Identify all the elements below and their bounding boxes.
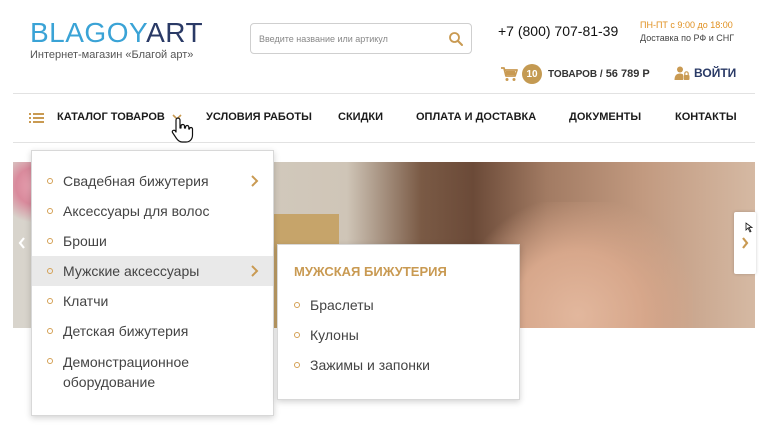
nav-documents[interactable]: ДОКУМЕНТЫ [569, 111, 641, 123]
logo-tagline: Интернет-магазин «Благой арт» [30, 49, 194, 61]
nav-bottom-divider [13, 142, 755, 143]
user-lock-icon [674, 66, 690, 80]
submenu-item-label: Кулоны [310, 327, 359, 343]
logo[interactable]: BLAGOYART Интернет-магазин «Благой арт» [30, 18, 203, 62]
submenu-item-bracelets[interactable]: Браслеты [278, 291, 519, 319]
chevron-right-icon [251, 175, 259, 187]
catalog-item-label: Свадебная бижутерия [63, 173, 209, 189]
submenu-item-cufflinks[interactable]: Зажимы и запонки [278, 351, 519, 379]
bullet-icon [294, 362, 300, 368]
catalog-item-brooches[interactable]: Броши [32, 226, 273, 256]
catalog-item-clutches[interactable]: Клатчи [32, 286, 273, 316]
bullet-icon [47, 268, 53, 274]
submenu-item-pendants[interactable]: Кулоны [278, 321, 519, 349]
catalog-item-mens[interactable]: Мужские аксессуары [32, 256, 273, 286]
catalog-item-label: Клатчи [63, 293, 109, 309]
mens-submenu: МУЖСКАЯ БИЖУТЕРИЯ Браслеты Кулоны Зажимы… [277, 244, 520, 400]
login-button[interactable]: ВОЙТИ [674, 65, 736, 81]
catalog-item-hair[interactable]: Аксессуары для волос [32, 196, 273, 226]
catalog-dropdown: Свадебная бижутерия Аксессуары для волос… [31, 150, 274, 416]
catalog-item-label: Демонстрационное оборудование [63, 354, 190, 390]
submenu-item-label: Зажимы и запонки [310, 357, 430, 373]
cart-count-badge: 10 [522, 64, 542, 84]
chevron-left-icon [18, 237, 25, 249]
nav-contacts[interactable]: КОНТАКТЫ [675, 111, 737, 123]
bullet-icon [47, 238, 53, 244]
page: BLAGOYART Интернет-магазин «Благой арт» … [0, 0, 768, 431]
slider-prev-button[interactable] [11, 212, 33, 274]
login-label: ВОЙТИ [694, 66, 737, 80]
cart-total: 56 789 Р [605, 68, 650, 80]
catalog-item-kids[interactable]: Детская бижутерия [32, 316, 273, 346]
cart-items-label: ТОВАРОВ / [548, 68, 603, 80]
phone-number[interactable]: +7 (800) 707-81-39 [498, 23, 618, 39]
nav-catalog[interactable]: КАТАЛОГ ТОВАРОВ [57, 111, 165, 123]
catalog-item-label: Аксессуары для волос [63, 203, 210, 219]
bullet-icon [294, 302, 300, 308]
hand-cursor-icon [171, 117, 194, 143]
catalog-item-label: Броши [63, 233, 107, 249]
bullet-icon [47, 328, 53, 334]
catalog-item-display[interactable]: Демонстрационное оборудование [32, 351, 273, 391]
catalog-item-label: Мужские аксессуары [63, 263, 200, 279]
cart-icon [501, 67, 518, 81]
nav-terms[interactable]: УСЛОВИЯ РАБОТЫ [206, 111, 312, 123]
work-hours: ПН-ПТ с 9:00 до 18:00 Доставка по РФ и С… [640, 19, 734, 45]
search-input[interactable] [259, 31, 439, 47]
cart-summary[interactable]: 10 ТОВАРОВ / 56 789 Р [500, 64, 650, 84]
bullet-icon [47, 208, 53, 214]
chevron-right-icon [251, 265, 259, 277]
nav-discounts[interactable]: СКИДКИ [338, 111, 383, 123]
logo-wordmark[interactable]: BLAGOYART [30, 18, 203, 48]
submenu-item-label: Браслеты [310, 297, 374, 313]
delivery-text: Доставка по РФ и СНГ [640, 33, 735, 43]
bullet-icon [47, 358, 53, 364]
submenu-title[interactable]: МУЖСКАЯ БИЖУТЕРИЯ [294, 264, 447, 279]
bullet-icon [294, 332, 300, 338]
bullet-icon [47, 178, 53, 184]
search-box [250, 23, 472, 54]
catalog-item-wedding[interactable]: Свадебная бижутерия [32, 166, 273, 196]
cursor-icon [745, 222, 753, 233]
search-icon[interactable] [447, 30, 465, 48]
nav-payment-delivery[interactable]: ОПЛАТА И ДОСТАВКА [416, 111, 536, 123]
main-nav: КАТАЛОГ ТОВАРОВ УСЛОВИЯ РАБОТЫ СКИДКИ ОП… [13, 94, 755, 143]
list-icon [29, 113, 44, 123]
hours-text: ПН-ПТ с 9:00 до 18:00 [640, 20, 733, 30]
bullet-icon [47, 298, 53, 304]
catalog-item-label: Детская бижутерия [63, 323, 189, 339]
chevron-right-icon [742, 237, 749, 249]
